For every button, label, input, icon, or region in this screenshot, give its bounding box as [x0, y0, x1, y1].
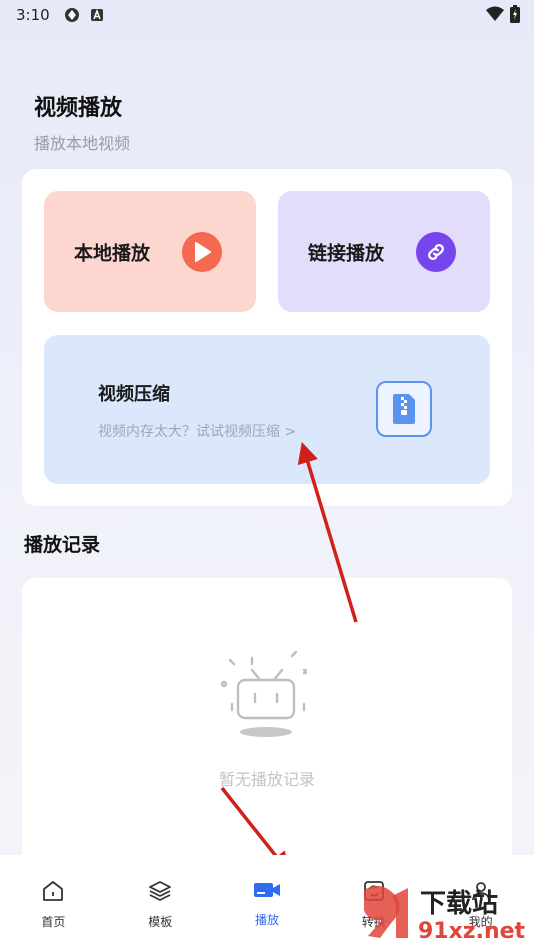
status-bar: 3:10 [0, 0, 534, 30]
link-play-button[interactable]: 链接播放 [278, 191, 490, 312]
play-icon [182, 231, 222, 272]
play-records-card: 暂无播放记录 [22, 578, 512, 868]
zip-file-icon [376, 381, 432, 437]
nav-templates-label: 模板 [148, 915, 173, 929]
watermark: 下载站 91xz.net [358, 882, 528, 948]
status-time: 3:10 [16, 6, 50, 24]
empty-tv-icon [212, 648, 322, 744]
layers-icon [148, 879, 172, 907]
link-play-label: 链接播放 [308, 242, 385, 264]
play-records-title: 播放记录 [24, 534, 101, 556]
link-icon [416, 231, 456, 272]
nav-templates[interactable]: 模板 [107, 855, 214, 950]
nav-home[interactable]: 首页 [0, 855, 107, 950]
nav-play[interactable]: 播放 [214, 855, 321, 950]
play-options-card: 本地播放 链接播放 视频压缩 视频内存太大？试试视频压缩 > [22, 169, 512, 506]
video-compress-button[interactable]: 视频压缩 视频内存太大？试试视频压缩 > [44, 335, 490, 484]
page-title: 视频播放 [34, 96, 123, 121]
nav-play-label: 播放 [254, 913, 279, 927]
video-camera-icon [253, 879, 281, 905]
android-a-icon [90, 8, 104, 22]
nav-home-label: 首页 [41, 915, 66, 929]
video-compress-title: 视频压缩 [98, 384, 170, 405]
page-subtitle: 播放本地视频 [34, 134, 131, 153]
video-compress-desc[interactable]: 视频内存太大？试试视频压缩 > [98, 421, 296, 441]
local-play-label: 本地播放 [74, 242, 151, 264]
home-icon [41, 879, 65, 907]
battery-icon [510, 5, 520, 27]
empty-records-text: 暂无播放记录 [218, 770, 315, 789]
app-notification-icon [64, 7, 80, 23]
wifi-icon [486, 6, 504, 26]
watermark-text-2: 91xz.net [418, 919, 526, 944]
local-play-button[interactable]: 本地播放 [44, 191, 256, 312]
watermark-text-1: 下载站 [420, 889, 498, 919]
